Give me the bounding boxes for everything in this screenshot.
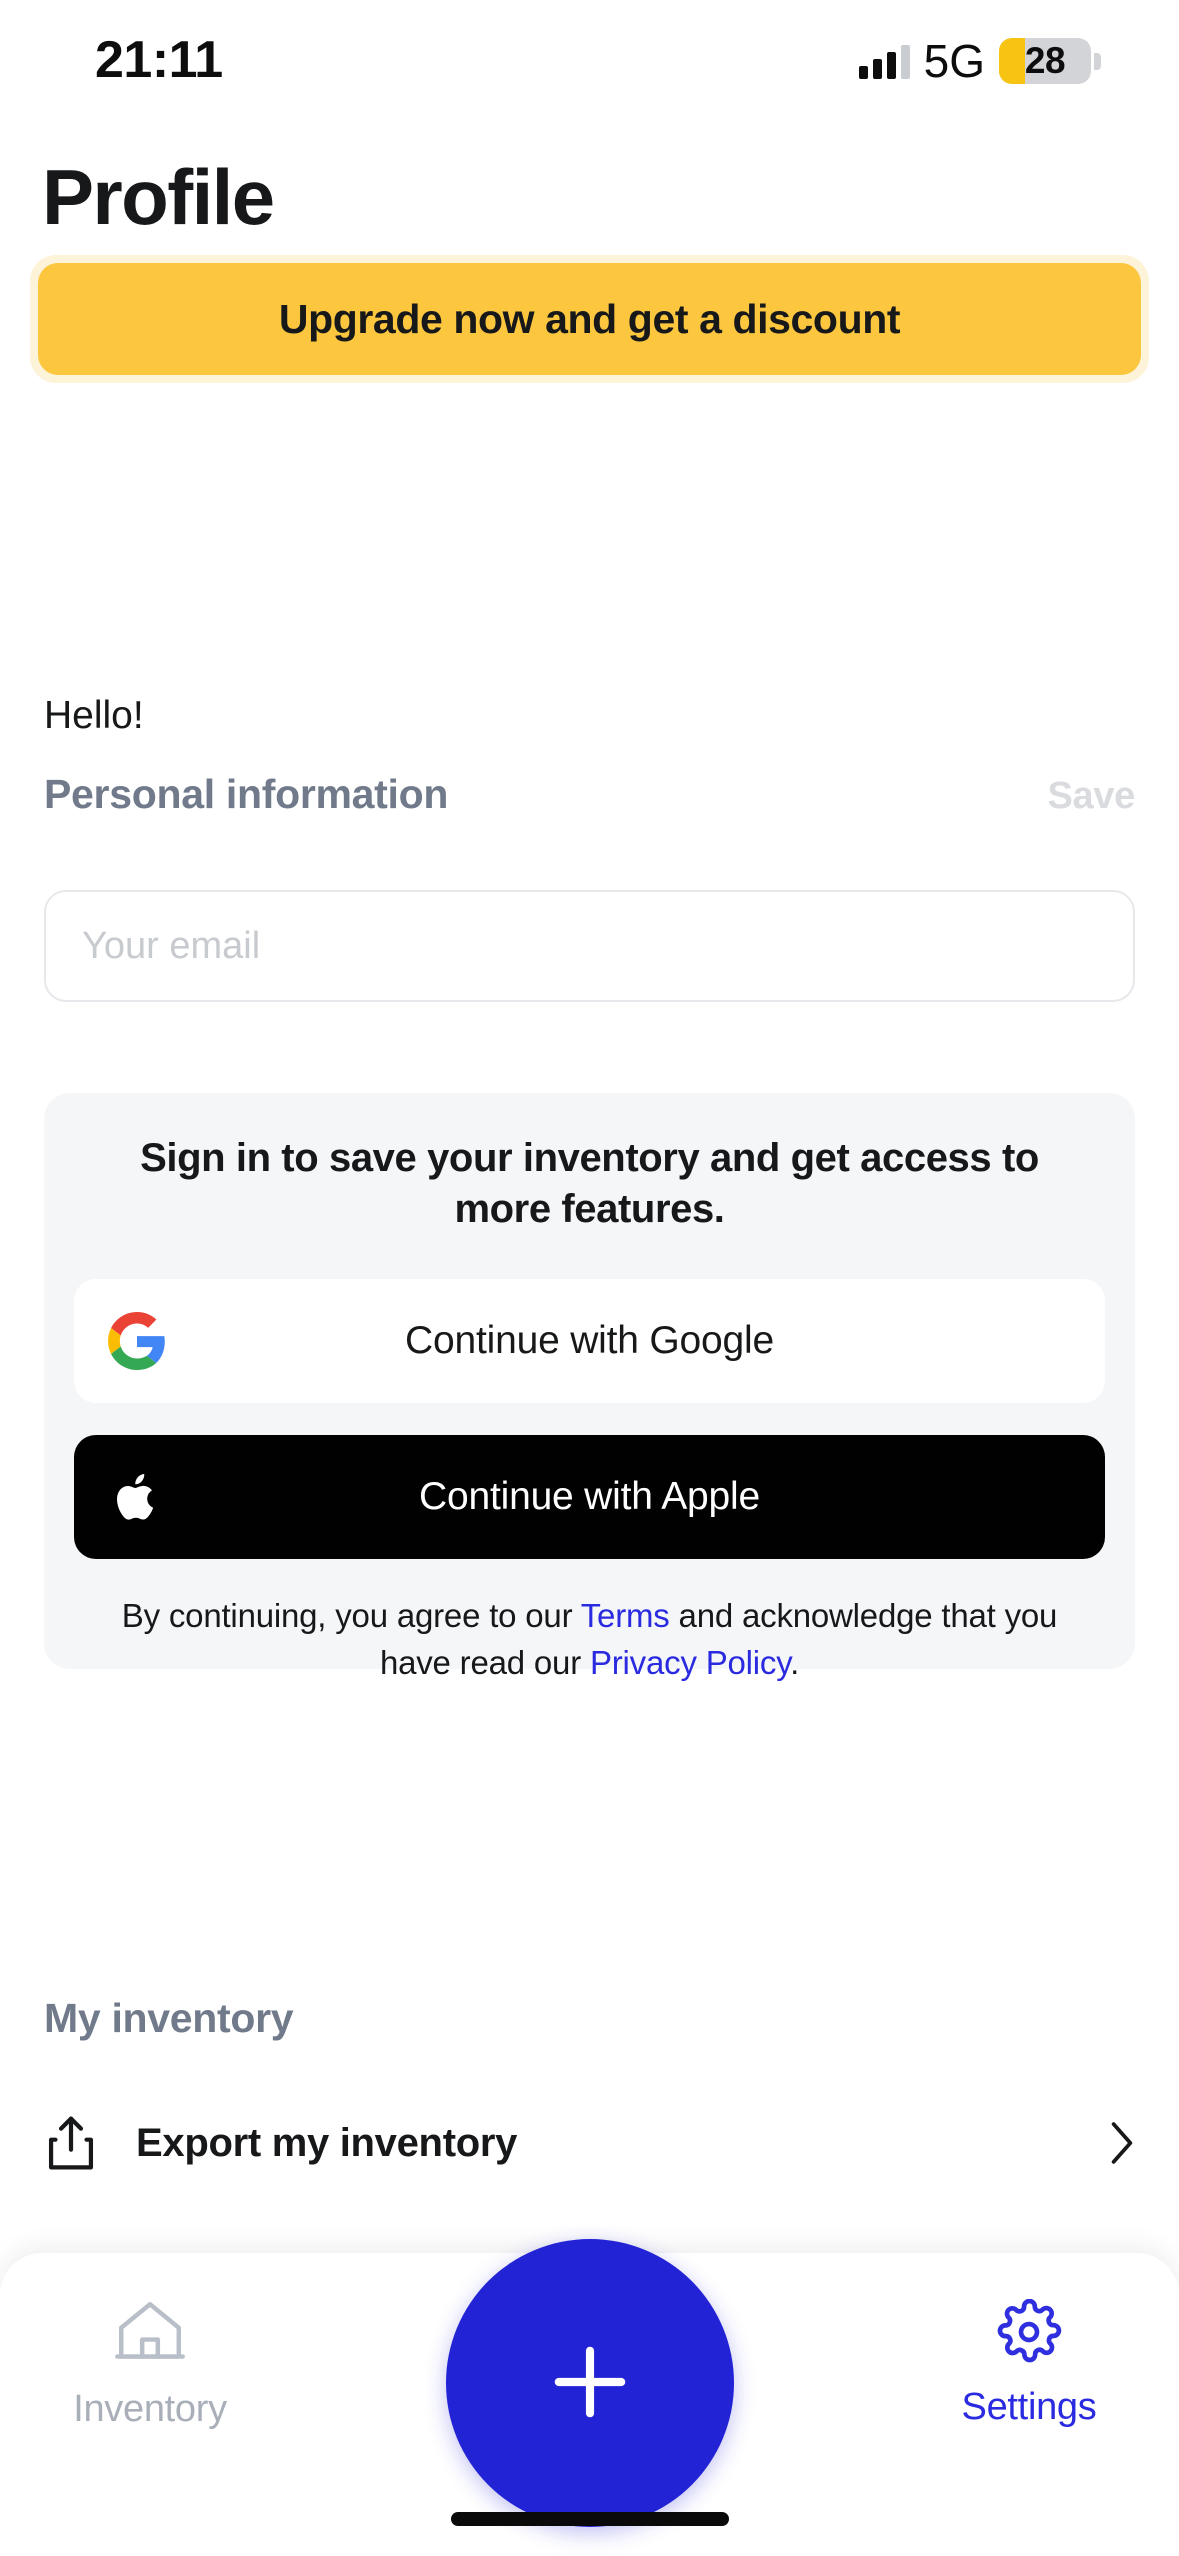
terms-link[interactable]: Terms (581, 1597, 670, 1634)
apple-logo-icon (108, 1468, 166, 1526)
bottom-tab-bar: Inventory Settings (0, 2239, 1179, 2556)
add-button[interactable] (445, 2239, 734, 2527)
export-inventory-row[interactable]: Export my inventory (44, 2100, 1135, 2186)
save-button[interactable]: Save (1047, 775, 1135, 818)
status-time: 21:11 (95, 31, 223, 89)
my-inventory-title: My inventory (44, 1995, 294, 2041)
battery-low-power-icon: 28 (999, 38, 1101, 84)
upgrade-button[interactable]: Upgrade now and get a discount (38, 263, 1141, 375)
privacy-policy-link[interactable]: Privacy Policy (590, 1644, 790, 1681)
tab-settings-label: Settings (961, 2386, 1097, 2428)
status-bar: 21:11 5G 28 (0, 0, 1179, 125)
home-indicator (450, 2512, 729, 2526)
continue-with-apple-button[interactable]: Continue with Apple (74, 1435, 1105, 1560)
signin-heading: Sign in to save your inventory and get a… (140, 1136, 1039, 1232)
profile-screen: 21:11 5G 28 Profile Upgrade now and get … (0, 0, 1179, 2556)
personal-information-title: Personal information (44, 771, 449, 817)
network-type-label: 5G (923, 35, 985, 87)
email-field[interactable] (44, 890, 1135, 1002)
gear-icon (996, 2298, 1062, 2368)
signin-card: Sign in to save your inventory and get a… (44, 1093, 1135, 1681)
continue-with-apple-label: Continue with Apple (419, 1475, 760, 1519)
plus-icon (542, 2334, 638, 2433)
personal-information-header: Personal information Save (44, 771, 1135, 818)
cellular-signal-icon (858, 43, 910, 79)
tab-settings[interactable]: Settings (879, 2298, 1179, 2429)
legal-text-part1: By continuing, you agree to our (121, 1597, 581, 1635)
google-logo-icon (108, 1312, 166, 1371)
battery-level-label: 28 (1024, 40, 1066, 81)
tab-inventory-label: Inventory (73, 2388, 227, 2430)
continue-with-google-button[interactable]: Continue with Google (74, 1279, 1105, 1404)
export-inventory-label: Export my inventory (136, 2120, 518, 2165)
greeting-text: Hello! (44, 694, 144, 737)
upgrade-banner: Upgrade now and get a discount (30, 255, 1149, 383)
legal-text-part3: . (790, 1643, 800, 1681)
legal-disclaimer: By continuing, you agree to our Terms an… (74, 1593, 1105, 1685)
chevron-right-icon (1109, 2120, 1135, 2166)
home-icon (113, 2299, 187, 2370)
status-indicators: 5G 28 (858, 34, 1101, 88)
page-title: Profile (42, 153, 275, 241)
share-export-icon (44, 2112, 98, 2174)
tab-inventory[interactable]: Inventory (0, 2299, 300, 2431)
continue-with-google-label: Continue with Google (405, 1319, 774, 1363)
